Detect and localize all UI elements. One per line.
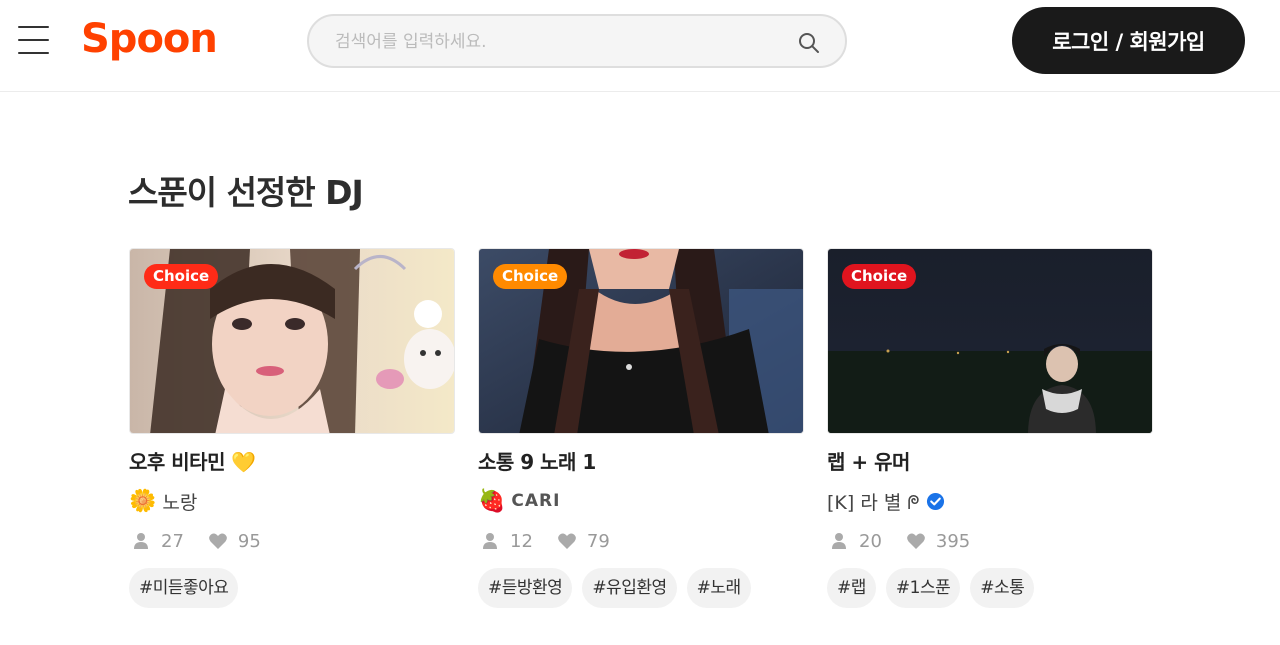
dj-name: CARI [511,491,561,511]
spoon-logo[interactable]: Spoon [81,14,218,64]
hashtag[interactable]: #노래 [686,568,751,608]
dj-card-title[interactable]: 랩 + 유머 [827,446,910,475]
dj-emoji: 🌼 [129,488,157,514]
listener-icon [134,533,148,549]
dj-card-title[interactable]: 소통 9 노래 1 [478,446,596,475]
dj-card[interactable]: Choice 소통 9 노래 1 🍓 CARI 12 79 #듣방환영 #유입환… [478,248,804,608]
hashtag[interactable]: #유입환영 [582,568,677,608]
heart-icon [907,533,925,549]
search-bar [307,14,847,68]
hashtag[interactable]: #소통 [970,568,1035,608]
top-header: Spoon 로그인 / 회원가입 [0,0,1280,92]
dj-stats: 27 95 [131,528,285,554]
tag-list: #미듣좋아요 [129,568,239,608]
tag-list: #랩 #1스푼 #소통 [827,568,1035,608]
verified-badge-icon [926,492,944,510]
search-icon[interactable] [797,31,821,55]
dj-name-row[interactable]: 🌼 노랑 [129,486,197,516]
listener-count: 27 [161,530,184,552]
dj-name-row[interactable]: 🍓 CARI [478,486,560,516]
dj-name: [K] 라 별 ᖘ [827,491,920,514]
dj-card[interactable]: Choice 랩 + 유머 [K] 라 별 ᖘ 20 395 #랩 #1스푼 #… [827,248,1153,608]
dj-card[interactable]: Choice 오후 비타민 💛 🌼 노랑 27 95 #미듣좋아요 [129,248,455,608]
like-count: 395 [935,530,971,552]
dj-stats: 20 395 [829,528,994,554]
listener-count: 20 [859,530,882,552]
dj-name-row[interactable]: [K] 라 별 ᖘ [827,486,945,516]
listener-count: 12 [510,530,533,552]
hamburger-menu-icon[interactable] [18,26,50,56]
tag-list: #듣방환영 #유입환영 #노래 [478,568,751,608]
dj-thumbnail[interactable]: Choice [827,248,1153,434]
search-input[interactable] [335,28,775,56]
dj-card-title[interactable]: 오후 비타민 💛 [129,446,256,475]
dj-emoji: 🍓 [478,488,506,514]
choice-badge: Choice [842,264,917,289]
hashtag[interactable]: #미듣좋아요 [129,568,239,608]
listener-icon [832,533,846,549]
dj-thumbnail[interactable]: Choice [478,248,804,434]
listener-icon [483,533,497,549]
like-count: 79 [586,530,610,552]
dj-name: 노랑 [162,491,198,514]
like-count: 95 [237,530,261,552]
dj-thumbnail[interactable]: Choice [129,248,455,434]
heart-icon [209,533,227,549]
choice-badge: Choice [144,264,219,289]
hashtag[interactable]: #듣방환영 [478,568,573,608]
heart-icon [558,533,576,549]
choice-badge: Choice [493,264,568,289]
section-title: 스푼이 선정한 DJ [128,173,364,212]
login-signup-button[interactable]: 로그인 / 회원가입 [1012,7,1245,74]
hashtag[interactable]: #1스푼 [885,568,961,608]
dj-stats: 12 79 [480,528,634,554]
hashtag[interactable]: #랩 [827,568,876,608]
